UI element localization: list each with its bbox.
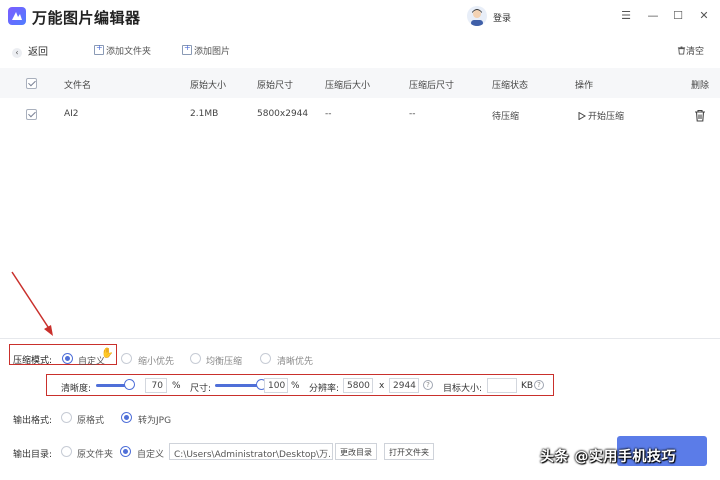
resolution-label: 分辨率: [309,384,340,394]
add-image-icon [182,43,192,55]
clarity-label: 清晰度: [61,384,92,394]
start-compress-label: 开始压缩 [588,112,625,122]
col-status: 压缩状态 [492,81,529,91]
chevron-left-icon: ‹ [12,48,22,58]
change-dir-button[interactable]: 更改目录 [335,443,377,460]
format-original-label: 原格式 [77,416,105,426]
dir-original-label: 原文件夹 [77,450,114,460]
col-compressed-size: 压缩后大小 [325,81,371,91]
select-all-checkbox[interactable] [26,78,37,89]
resolution-x: x [379,381,385,391]
add-folder-button[interactable]: 添加文件夹 [94,43,152,57]
delete-row-icon[interactable] [694,109,706,122]
row-status: 待压缩 [492,112,520,122]
mode-clarity-label: 清晰优先 [277,357,314,367]
table-row: AI2 2.1MB 5800x2944 -- -- 待压缩 开始压缩 [0,100,720,130]
target-size-input[interactable] [487,378,517,393]
resolution-height-input[interactable]: 2944 [389,378,419,393]
size-unit: % [291,381,300,391]
minimize-icon[interactable]: — [646,9,660,23]
app-title: 万能图片编辑器 [32,9,141,27]
maximize-icon[interactable]: ☐ [671,9,685,23]
col-action: 操作 [575,81,594,91]
dir-custom-label: 自定义 [137,450,165,460]
size-label: 尺寸: [190,384,212,394]
row-compressed-dims: -- [409,109,416,119]
menu-icon[interactable]: ☰ [619,9,633,23]
col-original-dims: 原始尺寸 [257,81,294,91]
clarity-input[interactable]: 70 [145,378,167,393]
mode-clarity-radio[interactable] [260,353,271,364]
app-logo-icon [8,7,26,25]
output-format-label: 输出格式: [13,416,53,426]
mode-balanced-radio[interactable] [190,353,201,364]
toolbar: ‹ 返回 添加文件夹 添加图片 清空 [0,38,720,62]
col-filename: 文件名 [64,81,92,91]
back-label: 返回 [28,47,48,58]
col-compressed-dims: 压缩后尺寸 [409,81,455,91]
target-size-help-icon[interactable]: ? [534,380,544,390]
row-original-dims: 5800x2944 [257,109,309,119]
table-header: 文件名 原始大小 原始尺寸 压缩后大小 压缩后尺寸 压缩状态 操作 删除 [0,68,720,98]
trash-small-icon [677,46,686,55]
col-delete: 删除 [691,81,710,91]
compress-mode-label: 压缩模式: [13,356,53,366]
format-jpg-radio[interactable] [121,412,132,423]
target-size-unit: KB [521,381,534,391]
size-input[interactable]: 100 [264,378,288,393]
play-icon [578,111,586,121]
row-filename: AI2 [64,109,79,119]
clear-label: 清空 [686,47,705,57]
add-folder-icon [94,43,104,55]
row-original-size: 2.1MB [190,109,219,119]
user-avatar-icon[interactable] [467,6,487,26]
dir-custom-radio[interactable] [120,446,131,457]
title-bar: 万能图片编辑器 登录 ☰ — ☐ ✕ [0,0,720,34]
size-slider[interactable] [215,384,260,387]
row-compressed-size: -- [325,109,332,119]
mode-small-label: 缩小优先 [138,357,175,367]
resolution-help-icon[interactable]: ? [423,380,433,390]
close-icon[interactable]: ✕ [697,9,711,23]
target-size-label: 目标大小: [443,384,483,394]
dir-original-radio[interactable] [61,446,72,457]
output-path-field[interactable]: C:\Users\Administrator\Desktop\万... [169,443,333,460]
back-button[interactable]: ‹ 返回 [12,43,48,58]
col-original-size: 原始大小 [190,81,227,91]
add-folder-label: 添加文件夹 [106,47,152,57]
add-image-label: 添加图片 [194,47,231,57]
start-compress-button[interactable]: 开始压缩 [578,109,624,122]
login-link[interactable]: 登录 [493,11,511,24]
open-folder-button[interactable]: 打开文件夹 [384,443,434,460]
mode-small-radio[interactable] [121,353,132,364]
watermark-text: 头条 @实用手机技巧 [540,449,676,465]
clear-button[interactable]: 清空 [677,44,704,57]
clarity-slider-handle[interactable] [124,379,135,390]
pointer-hand-icon: ✋ [101,348,114,359]
add-image-button[interactable]: 添加图片 [182,43,231,57]
format-jpg-label: 转为JPG [138,416,172,426]
mode-custom-radio[interactable] [62,353,73,364]
row-checkbox[interactable] [26,109,37,120]
format-original-radio[interactable] [61,412,72,423]
panel-divider [0,338,720,339]
output-dir-label: 输出目录: [13,450,53,460]
mode-balanced-label: 均衡压缩 [206,357,243,367]
resolution-width-input[interactable]: 5800 [343,378,373,393]
clarity-unit: % [172,381,181,391]
